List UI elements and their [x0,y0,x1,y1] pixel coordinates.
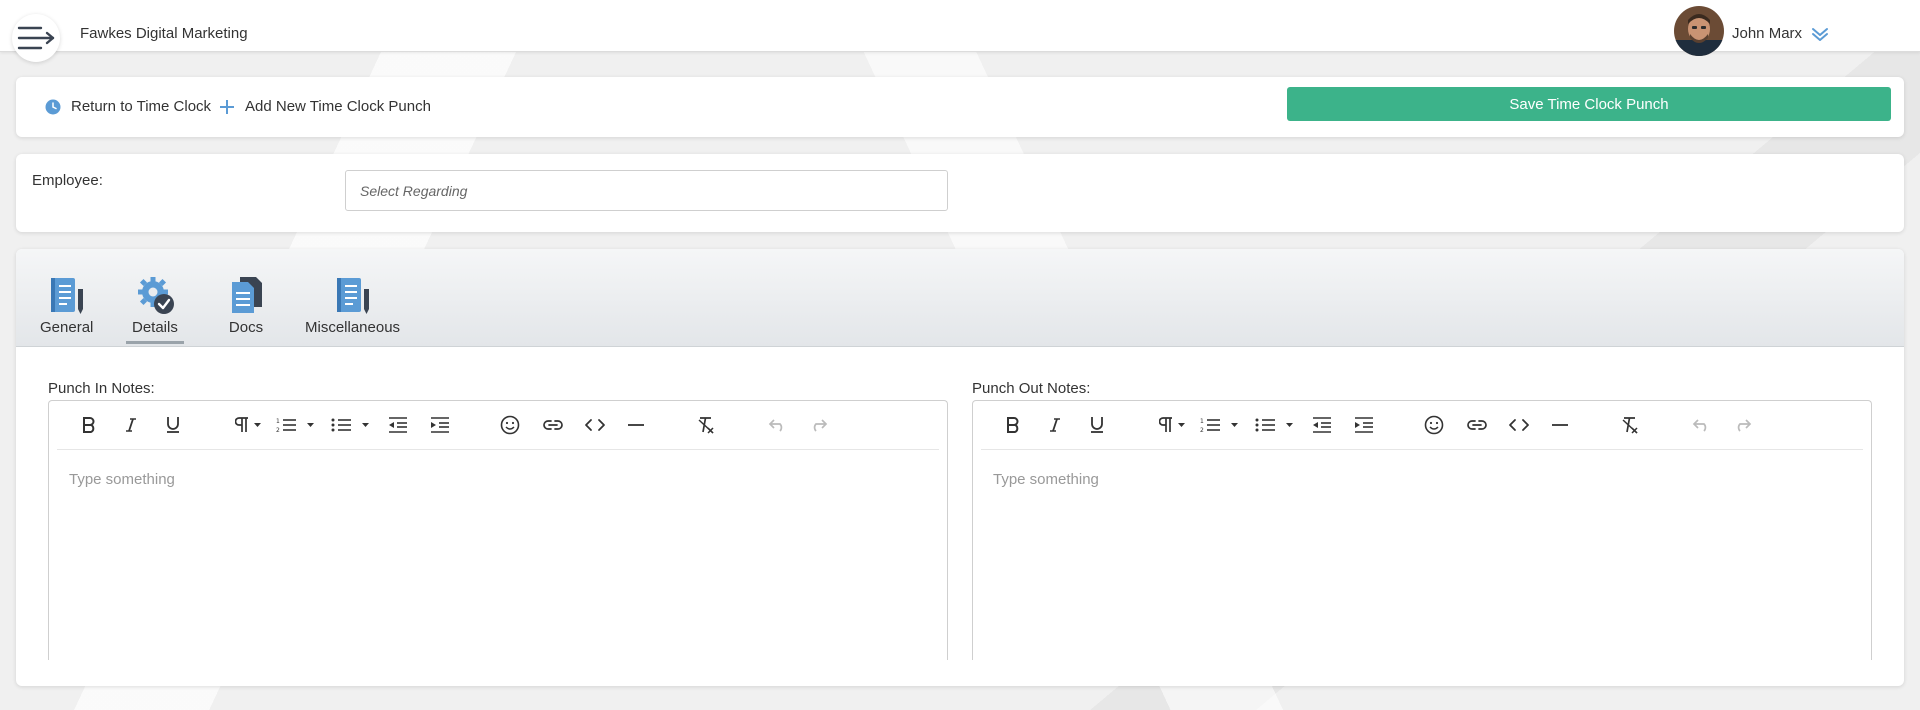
user-name[interactable]: John Marx [1732,25,1802,42]
clock-icon [45,99,61,115]
employee-select-input[interactable] [345,170,948,211]
unordered-list-icon[interactable] [1255,413,1295,437]
tab-miscellaneous[interactable]: Miscellaneous [305,275,400,336]
underline-icon[interactable] [1087,413,1107,437]
horizontal-rule-icon[interactable] [1549,413,1571,437]
bold-icon[interactable] [1003,413,1023,437]
punch-out-notes-placeholder[interactable]: Type something [993,471,1099,488]
ordered-list-icon[interactable]: 12 [1200,413,1240,437]
code-icon[interactable] [1507,413,1531,437]
tab-details[interactable]: Details [126,275,184,344]
action-bar: Return to Time Clock Add New Time Clock … [16,77,1904,137]
notebook-icon [336,278,369,314]
save-time-clock-punch-button[interactable]: Save Time Clock Punch [1287,87,1891,121]
code-icon[interactable] [583,413,607,437]
link-icon[interactable] [541,413,565,437]
user-avatar-image [1674,6,1724,56]
tab-general-label: General [40,319,94,336]
tab-miscellaneous-label: Miscellaneous [305,319,401,336]
editor-toolbar: 12 [57,401,939,450]
tabs-bar: General Details Docs Miscellaneous [16,249,1904,347]
punch-in-notes-label: Punch In Notes: [48,380,155,397]
plus-icon [219,99,235,115]
emoji-icon[interactable] [499,413,521,437]
tab-docs[interactable]: Docs [226,275,266,336]
tab-docs-label: Docs [228,319,264,336]
employee-section: Employee: [16,154,1904,232]
svg-text:1: 1 [1200,418,1204,425]
link-icon[interactable] [1465,413,1489,437]
italic-icon[interactable] [121,413,141,437]
documents-icon [232,277,262,313]
tab-details-label: Details [132,319,178,336]
company-name: Fawkes Digital Marketing [80,25,248,42]
outdent-icon[interactable] [387,413,409,437]
clear-format-icon[interactable] [695,413,717,437]
indent-icon[interactable] [429,413,451,437]
add-new-punch-link[interactable]: Add New Time Clock Punch [219,98,431,115]
underline-icon[interactable] [163,413,183,437]
undo-icon[interactable] [766,413,788,437]
return-label: Return to Time Clock [71,98,212,115]
menu-button[interactable] [12,14,60,62]
svg-text:1: 1 [276,418,280,425]
undo-icon[interactable] [1690,413,1712,437]
punch-in-notes-editor[interactable]: 12 Type something [48,400,948,660]
top-bar: Fawkes Digital Marketing John Marx [0,0,1920,62]
chevron-down-icon[interactable] [1810,24,1830,44]
punch-out-notes-editor[interactable]: 12 Type something [972,400,1872,660]
paragraph-icon[interactable] [1158,413,1188,437]
redo-icon[interactable] [808,413,830,437]
clear-format-icon[interactable] [1619,413,1641,437]
notebook-icon [50,278,83,314]
hamburger-menu-icon [17,26,55,50]
outdent-icon[interactable] [1311,413,1333,437]
punch-in-notes-placeholder[interactable]: Type something [69,471,175,488]
italic-icon[interactable] [1045,413,1065,437]
user-avatar[interactable] [1674,6,1724,56]
punch-out-notes-label: Punch Out Notes: [972,380,1091,397]
unordered-list-icon[interactable] [331,413,371,437]
bold-icon[interactable] [79,413,99,437]
svg-text:2: 2 [1200,427,1204,433]
return-to-time-clock-link[interactable]: Return to Time Clock [45,98,211,115]
tabs-panel: General Details Docs Miscellaneous Punch… [16,249,1904,686]
indent-icon[interactable] [1353,413,1375,437]
emoji-icon[interactable] [1423,413,1445,437]
horizontal-rule-icon[interactable] [625,413,647,437]
employee-label: Employee: [32,172,103,189]
gear-check-icon [137,277,174,314]
tab-general[interactable]: General [40,275,93,336]
paragraph-icon[interactable] [234,413,264,437]
editor-toolbar: 12 [981,401,1863,450]
svg-text:2: 2 [276,427,280,433]
add-label: Add New Time Clock Punch [245,98,431,115]
redo-icon[interactable] [1732,413,1754,437]
ordered-list-icon[interactable]: 12 [276,413,316,437]
